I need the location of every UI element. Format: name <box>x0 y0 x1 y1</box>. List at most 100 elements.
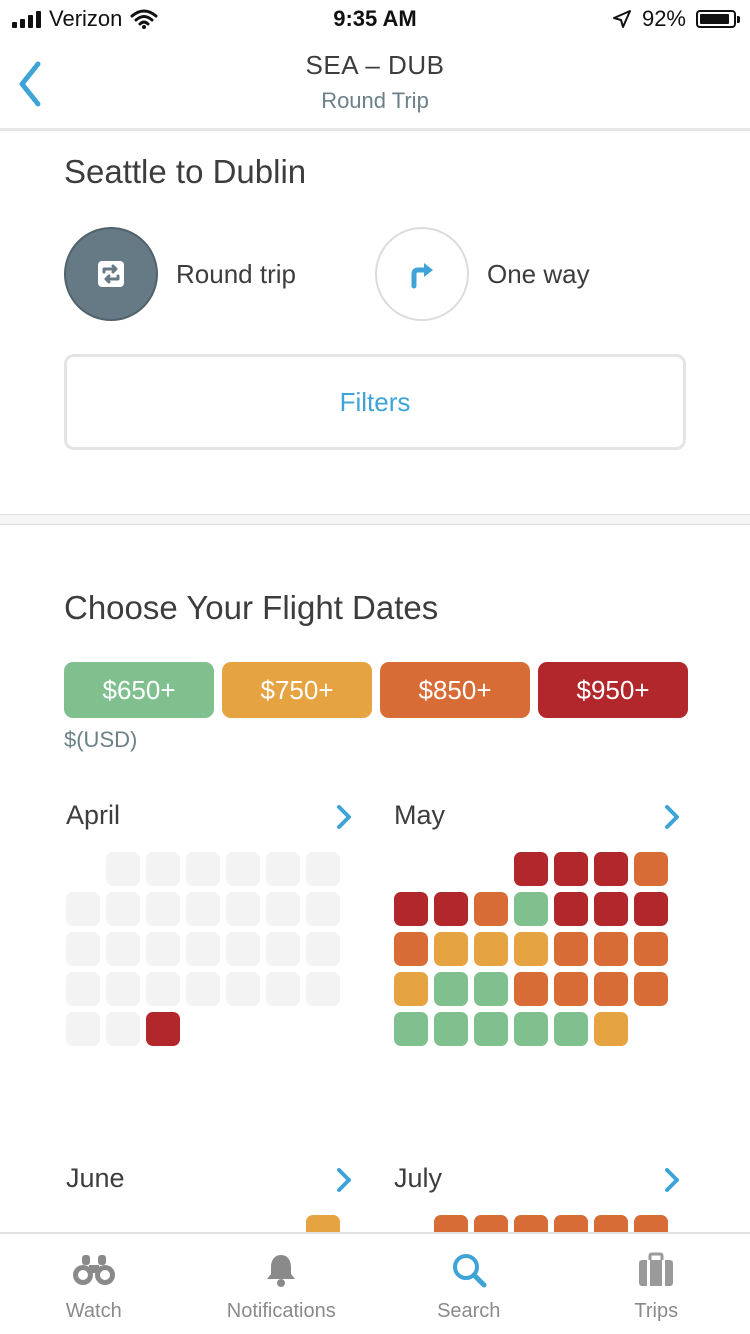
calendar-blank <box>394 852 428 886</box>
battery-icon <box>696 10 740 28</box>
calendar-day[interactable] <box>474 932 508 966</box>
search-icon <box>447 1250 491 1290</box>
month-name: July <box>394 1163 443 1193</box>
calendar-day-unavailable <box>306 972 340 1006</box>
calendar-day[interactable] <box>434 892 468 926</box>
calendar-day-unavailable <box>186 892 220 926</box>
battery-percent: 92% <box>641 6 686 31</box>
calendar-day[interactable] <box>554 892 588 926</box>
legend-chip-750: $750+ <box>222 662 372 718</box>
calendar-day[interactable] <box>394 1012 428 1046</box>
round-trip-label: Round trip <box>176 258 296 289</box>
next-month-button[interactable] <box>332 1165 356 1195</box>
calendar-day[interactable] <box>594 932 628 966</box>
route-title: Seattle to Dublin <box>64 153 307 190</box>
calendar-day-unavailable <box>106 972 140 1006</box>
calendar-day[interactable] <box>634 852 668 886</box>
calendar-day[interactable] <box>146 1012 180 1046</box>
calendar-day[interactable] <box>594 972 628 1006</box>
calendar-blank <box>434 852 468 886</box>
one-way-label: One way <box>487 258 590 289</box>
currency-label: $(USD) <box>64 727 138 752</box>
round-trip-option[interactable]: Round trip <box>64 226 296 322</box>
dates-title: Choose Your Flight Dates <box>64 589 439 626</box>
calendar-day[interactable] <box>594 892 628 926</box>
suitcase-icon <box>634 1250 678 1290</box>
calendar-day[interactable] <box>554 972 588 1006</box>
chevron-right-icon <box>337 805 351 829</box>
calendar-day-unavailable <box>66 932 100 966</box>
chevron-right-icon <box>337 1168 351 1192</box>
legend-chip-650: $650+ <box>64 662 214 718</box>
tab-label: Notifications <box>226 1300 336 1322</box>
calendar-day-unavailable <box>106 852 140 886</box>
month-name: June <box>66 1163 125 1193</box>
calendar-day[interactable] <box>634 892 668 926</box>
calendar-day[interactable] <box>394 932 428 966</box>
calendar-day-unavailable <box>226 852 260 886</box>
calendar-day[interactable] <box>434 1012 468 1046</box>
calendar-day[interactable] <box>474 972 508 1006</box>
calendar-day[interactable] <box>554 852 588 886</box>
calendar-day-unavailable <box>106 932 140 966</box>
calendar-day-unavailable <box>186 932 220 966</box>
price-legend: $650+ $750+ $850+ $950+ <box>64 662 688 718</box>
one-way-option[interactable]: One way <box>375 226 590 322</box>
tab-notifications[interactable]: Notifications <box>188 1234 376 1334</box>
calendar-day[interactable] <box>554 1012 588 1046</box>
tab-search[interactable]: Search <box>375 1234 563 1334</box>
calendar-day-unavailable <box>226 972 260 1006</box>
tab-trips[interactable]: Trips <box>563 1234 750 1334</box>
one-way-toggle[interactable] <box>375 227 469 321</box>
calendar-day[interactable] <box>474 1012 508 1046</box>
calendar-day[interactable] <box>514 972 548 1006</box>
next-month-button[interactable] <box>660 802 684 832</box>
calendar-day[interactable] <box>634 932 668 966</box>
calendar-day[interactable] <box>434 972 468 1006</box>
calendar-blank <box>66 852 100 886</box>
round-trip-toggle[interactable] <box>64 227 158 321</box>
status-bar: Verizon 9:35 AM 92% <box>0 0 750 40</box>
calendar-grid <box>66 852 340 1046</box>
legend-chip-950: $950+ <box>538 662 688 718</box>
tab-label: Search <box>437 1300 501 1322</box>
calendar-day-unavailable <box>266 932 300 966</box>
tab-watch[interactable]: Watch <box>0 1234 188 1334</box>
calendar-day-unavailable <box>146 892 180 926</box>
legend-chip-850: $850+ <box>380 662 530 718</box>
calendar-day[interactable] <box>434 932 468 966</box>
calendar-day-unavailable <box>266 892 300 926</box>
calendar-day[interactable] <box>514 1012 548 1046</box>
calendar-day-unavailable <box>146 852 180 886</box>
calendar-day[interactable] <box>634 972 668 1006</box>
calendar-day-unavailable <box>106 892 140 926</box>
calendar-day[interactable] <box>514 852 548 886</box>
next-month-button[interactable] <box>660 1165 684 1195</box>
binoculars-icon <box>72 1250 116 1290</box>
bell-icon <box>259 1250 303 1290</box>
next-month-button[interactable] <box>332 802 356 832</box>
calendar-day[interactable] <box>594 1012 628 1046</box>
calendar-day-unavailable <box>306 892 340 926</box>
page-subtitle: Round Trip <box>321 88 429 113</box>
calendar-day[interactable] <box>514 892 548 926</box>
filters-button[interactable]: Filters <box>64 354 686 450</box>
calendar-day[interactable] <box>514 932 548 966</box>
calendar-day-unavailable <box>266 972 300 1006</box>
tab-bar: Watch Notifications Search Trips <box>0 1232 750 1334</box>
calendar-day-unavailable <box>226 932 260 966</box>
page-title: SEA – DUB <box>305 50 445 80</box>
calendar-day-unavailable <box>306 932 340 966</box>
calendar-day-unavailable <box>146 972 180 1006</box>
calendar-grid <box>394 852 668 1046</box>
calendar-day[interactable] <box>474 892 508 926</box>
calendar-day-unavailable <box>266 852 300 886</box>
calendar-day-unavailable <box>66 1012 100 1046</box>
tab-label: Watch <box>65 1300 122 1322</box>
calendar-day[interactable] <box>554 932 588 966</box>
calendar-day-unavailable <box>66 892 100 926</box>
calendar-day[interactable] <box>594 852 628 886</box>
calendar-day[interactable] <box>394 972 428 1006</box>
calendar-day-unavailable <box>146 932 180 966</box>
calendar-day[interactable] <box>394 892 428 926</box>
